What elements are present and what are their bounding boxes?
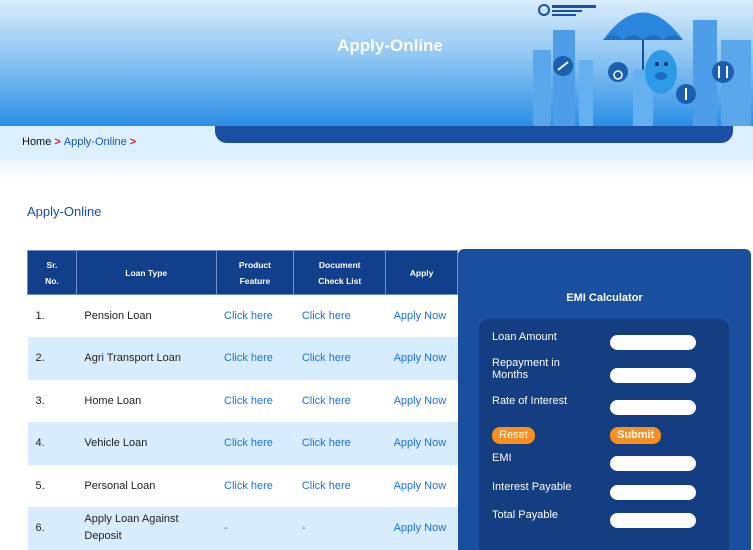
loan-amount-input[interactable] — [610, 335, 696, 350]
piggy-bank-icon — [645, 50, 677, 94]
section-divider — [0, 160, 753, 186]
product-feature-link[interactable]: Click here — [216, 422, 294, 465]
apply-now-link[interactable]: Apply Now — [386, 465, 458, 508]
product-feature-link[interactable]: Click here — [216, 380, 294, 423]
row-loan-type: Home Loan — [84, 394, 142, 407]
rate-of-interest-label: Rate of Interest — [492, 395, 568, 407]
product-feature-link[interactable]: Click here — [216, 465, 294, 508]
row-loan-type: Pension Loan — [84, 310, 152, 322]
total-payable-label: Total Payable — [492, 509, 559, 521]
loan-table: Sr. No. Loan Type Product Feature Docume… — [27, 250, 458, 550]
row-sr: 4. — [27, 422, 77, 465]
emi-output[interactable] — [610, 456, 696, 471]
skier-icon — [553, 56, 573, 76]
row-loan-type: Apply Loan Against Deposit — [76, 507, 217, 550]
breadcrumb-trailing-separator: > — [129, 136, 137, 148]
header-product-feature: Product Feature — [215, 250, 295, 295]
breadcrumb: Home > Apply-Online > — [22, 136, 139, 148]
interest-payable-label: Interest Payable — [492, 481, 572, 493]
breadcrumb-separator: > — [54, 136, 61, 148]
header-banner: Apply-Online — [0, 0, 753, 126]
header-apply: Apply — [385, 250, 458, 295]
rate-of-interest-input[interactable] — [610, 400, 696, 415]
row-sr: 1. — [35, 310, 45, 322]
row-loan-type: Agri Transport Loan — [76, 337, 217, 380]
document-checklist-link[interactable]: Click here — [294, 295, 386, 338]
wheelchair-icon — [608, 62, 628, 82]
table-row: 2. Agri Transport Loan Click here Click … — [27, 337, 458, 380]
subnav-bar — [215, 126, 733, 143]
row-sr: 6. — [27, 507, 77, 550]
apply-now-link[interactable]: Apply Now — [385, 507, 458, 550]
row-sr: 3. — [35, 394, 45, 407]
loan-amount-label: Loan Amount — [492, 331, 557, 343]
document-checklist-link[interactable]: Click here — [293, 337, 386, 380]
row-loan-type: Vehicle Loan — [76, 422, 217, 465]
product-feature-placeholder: - — [216, 507, 294, 550]
product-feature-link[interactable]: Click here — [216, 337, 294, 380]
row-sr: 5. — [35, 479, 45, 492]
city-skyline-illustration — [533, 12, 751, 126]
row-sr: 2. — [27, 337, 77, 380]
emi-calculator-panel: EMI Calculator Loan Amount Repayment in … — [458, 249, 751, 550]
document-checklist-placeholder: - — [293, 507, 386, 550]
emi-calculator-form: Loan Amount Repayment in Months Rate of … — [479, 319, 729, 550]
submit-button[interactable]: Submit — [610, 427, 662, 444]
elderly-icon — [676, 84, 696, 104]
apply-now-link[interactable]: Apply Now — [385, 422, 458, 465]
product-feature-link[interactable]: Click here — [216, 295, 294, 338]
emi-calculator-title: EMI Calculator — [566, 292, 643, 304]
breadcrumb-current[interactable]: Apply-Online — [64, 136, 127, 148]
table-row: 3. Home Loan Click here Click here Apply… — [28, 380, 458, 423]
apply-now-link[interactable]: Apply Now — [386, 380, 458, 423]
family-icon — [712, 61, 734, 83]
repayment-months-input[interactable] — [610, 368, 696, 383]
apply-now-link[interactable]: Apply Now — [385, 337, 458, 380]
subnav-strip: Home > Apply-Online > — [0, 126, 753, 160]
table-row: 6. Apply Loan Against Deposit - - Apply … — [27, 507, 458, 550]
apply-now-link[interactable]: Apply Now — [386, 295, 458, 338]
header-sr-no: Sr. No. — [27, 250, 77, 295]
table-row: 5. Personal Loan Click here Click here A… — [28, 465, 458, 508]
total-payable-output[interactable] — [610, 513, 696, 528]
document-checklist-link[interactable]: Click here — [294, 465, 386, 508]
repayment-months-label: Repayment in Months — [492, 357, 560, 381]
header-document-checklist: Document Check List — [293, 250, 387, 295]
emi-label: EMI — [492, 452, 512, 464]
table-header-row: Sr. No. Loan Type Product Feature Docume… — [27, 250, 458, 295]
breadcrumb-home[interactable]: Home — [22, 136, 51, 148]
table-row: 4. Vehicle Loan Click here Click here Ap… — [27, 422, 458, 465]
page-title: Apply-Online — [27, 204, 102, 219]
table-row: 1. Pension Loan Click here Click here Ap… — [28, 295, 458, 338]
header-loan-type: Loan Type — [75, 250, 217, 295]
row-loan-type: Personal Loan — [84, 479, 156, 492]
reset-button[interactable]: Reset — [492, 427, 535, 444]
document-checklist-link[interactable]: Click here — [294, 380, 386, 423]
banner-title: Apply-Online — [337, 36, 443, 55]
interest-payable-output[interactable] — [610, 485, 696, 500]
document-checklist-link[interactable]: Click here — [293, 422, 386, 465]
